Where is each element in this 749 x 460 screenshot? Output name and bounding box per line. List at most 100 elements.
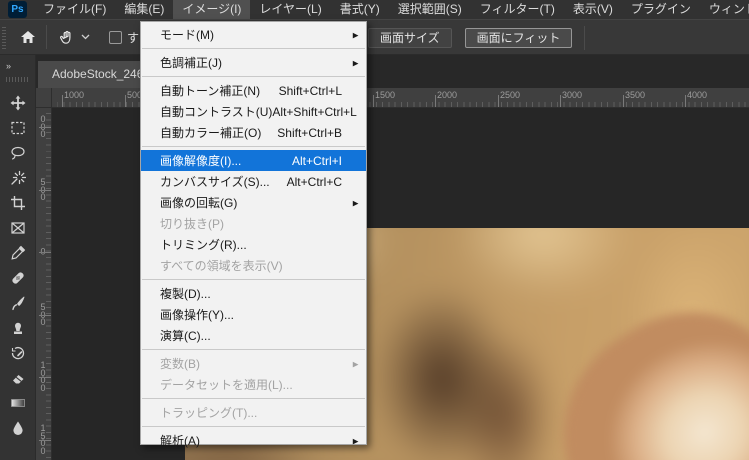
fit-screen-button[interactable]: 画面にフィット [464, 28, 573, 48]
menu-item[interactable]: 複製(D)... [141, 283, 366, 304]
menu-separator [142, 146, 365, 147]
menu-item[interactable]: 自動トーン補正(N) Shift+Ctrl+L [141, 80, 366, 101]
menu-item[interactable]: 画像操作(Y)... [141, 304, 366, 325]
ruler-label: 1500 [375, 90, 396, 100]
submenu-arrow-icon: ▶ [352, 30, 359, 39]
menu-item-shortcut: Alt+Shift+Ctrl+L [272, 104, 357, 119]
checkbox-icon[interactable] [109, 30, 122, 44]
menu-item[interactable]: 画像の回転(G) ▶ [141, 192, 366, 213]
tool-list [0, 90, 35, 440]
options-separator [584, 26, 586, 50]
ruler-major-tick [39, 190, 51, 191]
menu-item[interactable]: モード(M) ▶ [141, 24, 366, 45]
marquee-tool-icon[interactable] [0, 115, 36, 140]
app-menubar: Ps ファイル(F) 編集(E) イメージ(I) レイヤー(L) 書式(Y) 選択範囲(S… [0, 0, 749, 19]
magic-wand-tool-icon[interactable] [0, 165, 36, 190]
healing-brush-tool-icon[interactable] [0, 265, 36, 290]
menu-item[interactable]: 演算(C)... [141, 325, 366, 346]
menu-item[interactable]: カンバスサイズ(S)... Alt+Ctrl+C [141, 171, 366, 192]
history-brush-tool-icon[interactable] [0, 340, 36, 365]
menu-item-label: 複製(D)... [160, 287, 211, 301]
ruler-major-tick [685, 95, 686, 107]
menu-item-label: 自動コントラスト(U) [160, 105, 273, 119]
eyedropper-tool-icon[interactable] [0, 240, 36, 265]
menu-item-label: 演算(C)... [160, 329, 211, 343]
menu-item-label: 画像の回転(G) [160, 196, 238, 210]
vertical-ruler[interactable]: 0 0 05 0 005 0 01 0 0 01 5 0 0 [36, 108, 52, 460]
gradient-tool-icon[interactable] [0, 390, 36, 415]
submenu-arrow-icon: ▶ [352, 58, 359, 67]
menu-item-label: モード(M) [160, 28, 214, 42]
ruler-label: 1000 [64, 90, 85, 100]
menu-item-label: 画像操作(Y)... [160, 308, 234, 322]
submenu-arrow-icon: ▶ [352, 436, 359, 445]
submenu-arrow-icon: ▶ [352, 359, 359, 368]
brush-tool-icon[interactable] [0, 290, 36, 315]
lasso-tool-icon[interactable] [0, 140, 36, 165]
image-menu-dropdown: モード(M) ▶ 色調補正(J) ▶ 自動トーン補正(N) Shift+Ctrl+L 自動コ… [140, 21, 367, 448]
options-buttons: 画面サイズ 画面にフィット [368, 20, 586, 56]
hand-tool-icon[interactable] [57, 27, 77, 47]
menu-separator [142, 279, 365, 280]
ruler-major-tick [39, 252, 51, 253]
menu-item[interactable]: 解析(A) ▶ [141, 430, 366, 451]
menubar-item[interactable]: ファイル(F) [34, 0, 115, 19]
chevron-down-icon[interactable] [79, 31, 91, 43]
menu-item[interactable]: 自動カラー補正(O) Shift+Ctrl+B [141, 122, 366, 143]
menu-separator [142, 426, 365, 427]
ruler-major-tick [435, 95, 436, 107]
menu-item[interactable]: 色調補正(J) ▶ [141, 52, 366, 73]
menu-item[interactable]: トリミング(R)... [141, 234, 366, 255]
frame-tool-icon[interactable] [0, 215, 36, 240]
checkbox-label: す [127, 30, 140, 45]
menubar-item[interactable]: 表示(V) [564, 0, 622, 19]
menubar-items: ファイル(F) 編集(E) イメージ(I) レイヤー(L) 書式(Y) 選択範囲(S) フィ… [34, 0, 749, 19]
ruler-origin-corner[interactable] [36, 88, 52, 108]
menu-item[interactable]: 画像解像度(I)... Alt+Ctrl+I [141, 150, 366, 171]
menu-item-label: 変数(B) [160, 357, 200, 371]
menu-item: データセットを適用(L)... [141, 374, 366, 395]
menubar-item[interactable]: 編集(E) [115, 0, 173, 19]
toolbar-expand-icon[interactable]: » [0, 55, 35, 71]
menu-item-label: 色調補正(J) [160, 56, 222, 70]
scroll-all-windows-checkbox[interactable]: す [109, 29, 139, 46]
move-tool-icon[interactable] [0, 90, 36, 115]
menu-separator [142, 76, 365, 77]
options-bar-grip[interactable] [2, 25, 6, 49]
ruler-major-tick [560, 95, 561, 107]
eraser-tool-icon[interactable] [0, 365, 36, 390]
menubar-item[interactable]: フィルター(T) [471, 0, 564, 19]
tools-panel: » [0, 55, 36, 460]
submenu-arrow-icon: ▶ [352, 198, 359, 207]
menu-item-label: 解析(A) [160, 434, 200, 448]
menu-separator [142, 48, 365, 49]
ruler-major-tick [39, 127, 51, 128]
menubar-item[interactable]: ウィンドウ(W) [700, 0, 749, 19]
ruler-major-tick [39, 440, 51, 441]
menu-item[interactable]: 自動コントラスト(U) Alt+Shift+Ctrl+L [141, 101, 366, 122]
menubar-item[interactable]: 書式(Y) [331, 0, 389, 19]
tool-options-bar: す 画面サイズ 画面にフィット [0, 19, 749, 55]
menu-separator [142, 398, 365, 399]
menubar-item[interactable]: レイヤー(L) [250, 0, 330, 19]
crop-tool-icon[interactable] [0, 190, 36, 215]
menu-item-label: カンバスサイズ(S)... [160, 175, 270, 189]
ruler-label: 2500 [500, 90, 521, 100]
home-icon[interactable] [18, 27, 38, 47]
ruler-label: 3000 [562, 90, 583, 100]
ruler-major-tick [373, 95, 374, 107]
toolbar-grip[interactable] [5, 77, 30, 82]
menubar-item[interactable]: プラグイン [622, 0, 700, 19]
menubar-item[interactable]: 選択範囲(S) [389, 0, 471, 19]
menu-item-label: 自動トーン補正(N) [160, 84, 261, 98]
menu-item: トラッピング(T)... [141, 402, 366, 423]
actual-size-button[interactable]: 画面サイズ [368, 28, 452, 48]
menu-item: 切り抜き(P) [141, 213, 366, 234]
menu-item-label: トラッピング(T)... [160, 406, 258, 420]
menu-item-label: 画像解像度(I)... [160, 154, 242, 168]
clone-stamp-tool-icon[interactable] [0, 315, 36, 340]
menubar-item[interactable]: イメージ(I) [173, 0, 251, 19]
photoshop-logo-icon[interactable]: Ps [8, 1, 27, 18]
menu-item-label: 自動カラー補正(O) [160, 126, 262, 140]
blur-tool-icon[interactable] [0, 415, 36, 440]
